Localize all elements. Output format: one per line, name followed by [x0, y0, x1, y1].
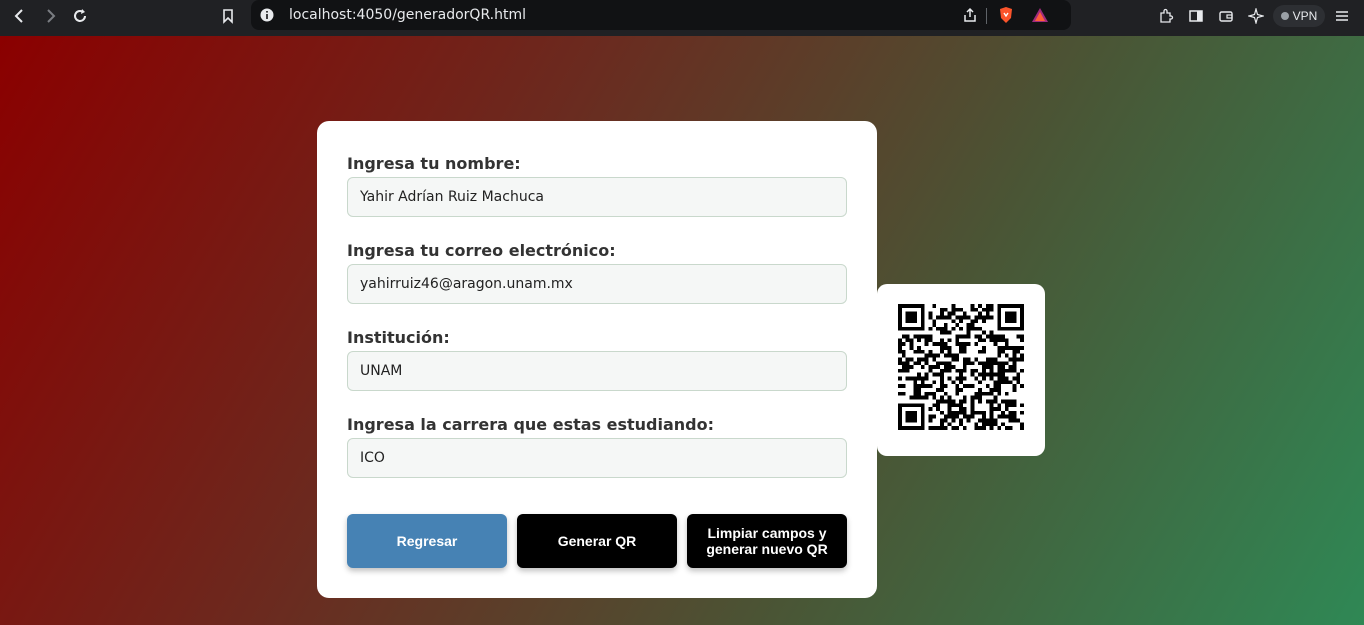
qr-card [877, 284, 1045, 456]
wallet-icon[interactable] [1214, 6, 1238, 26]
address-separator [986, 8, 987, 24]
vpn-label: VPN [1292, 9, 1318, 23]
institution-label: Institución: [347, 328, 450, 347]
vpn-status-icon [1280, 12, 1289, 20]
back-icon[interactable] [8, 6, 32, 26]
sidebar-icon[interactable] [1184, 6, 1208, 26]
vpn-button[interactable]: VPN [1273, 5, 1325, 27]
brave-rewards-icon[interactable] [1030, 5, 1050, 25]
email-input[interactable] [347, 264, 847, 304]
brave-shield-icon[interactable] [996, 5, 1016, 25]
bookmark-icon[interactable] [216, 6, 240, 26]
info-icon[interactable] [260, 8, 274, 22]
forward-icon[interactable] [38, 6, 62, 26]
name-label: Ingresa tu nombre: [347, 154, 521, 173]
back-button[interactable]: Regresar [347, 514, 507, 568]
browser-toolbar: localhost:4050/generadorQR.html VPN [0, 0, 1364, 36]
clear-fields-button[interactable]: Limpiar campos y generar nuevo QR [687, 514, 847, 568]
career-input[interactable] [347, 438, 847, 478]
form-card: Ingresa tu nombre: Ingresa tu correo ele… [317, 121, 877, 598]
share-icon[interactable] [960, 5, 980, 25]
page-background: Ingresa tu nombre: Ingresa tu correo ele… [0, 36, 1364, 625]
address-bar[interactable]: localhost:4050/generadorQR.html [251, 0, 1071, 30]
generate-qr-button[interactable]: Generar QR [517, 514, 677, 568]
email-label: Ingresa tu correo electrónico: [347, 241, 616, 260]
institution-input[interactable] [347, 351, 847, 391]
url-text[interactable]: localhost:4050/generadorQR.html [289, 7, 526, 23]
leo-ai-icon[interactable] [1244, 6, 1268, 26]
career-label: Ingresa la carrera que estas estudiando: [347, 415, 715, 434]
qr-code-image [898, 304, 1024, 430]
menu-icon[interactable] [1330, 6, 1354, 26]
extensions-icon[interactable] [1154, 6, 1178, 26]
name-input[interactable] [347, 177, 847, 217]
reload-icon[interactable] [68, 6, 92, 26]
